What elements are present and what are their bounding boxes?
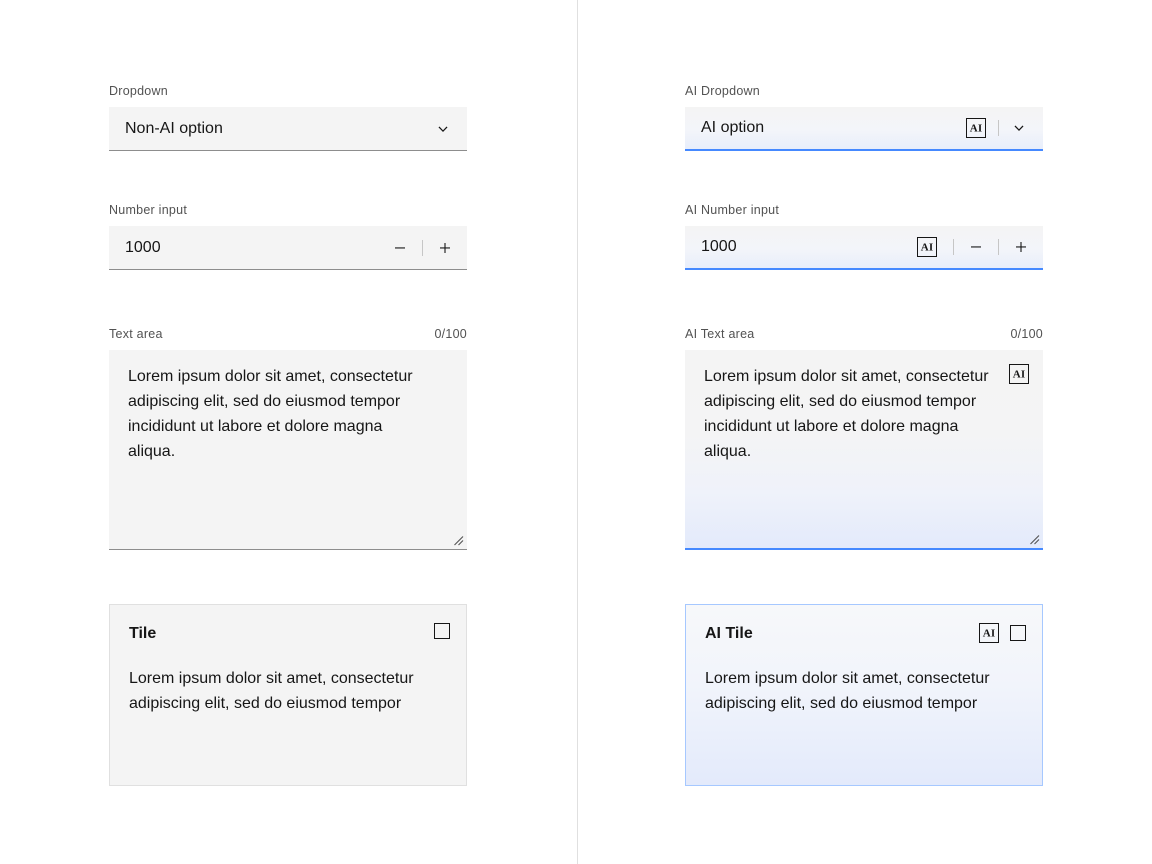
ai-slug-icon[interactable]: AI — [966, 118, 986, 138]
tile-header: Tile — [129, 623, 450, 645]
minus-icon — [968, 239, 984, 255]
tile-wrapper: Tile Lorem ipsum dolor sit amet, consect… — [109, 604, 467, 786]
text-area-label: Text area — [109, 326, 163, 342]
tile[interactable]: Tile Lorem ipsum dolor sit amet, consect… — [109, 604, 467, 786]
ai-dropdown-field: AI Dropdown AI option AI — [685, 83, 1043, 151]
text-area[interactable]: Lorem ipsum dolor sit amet, consectetur … — [109, 350, 467, 550]
text-area-field: Text area 0/100 Lorem ipsum dolor sit am… — [109, 326, 467, 550]
ai-number-decrement-button[interactable] — [954, 225, 998, 269]
component-showcase-page: Dropdown Non-AI option Number input 1000 — [0, 0, 1152, 864]
chevron-down-icon — [1011, 120, 1027, 136]
ai-dropdown-divider — [998, 120, 999, 136]
number-input[interactable]: 1000 — [109, 226, 467, 270]
ai-dropdown[interactable]: AI option AI — [685, 107, 1043, 151]
tile-body: Lorem ipsum dolor sit amet, consectetur … — [129, 666, 417, 716]
ai-number-input[interactable]: 1000 AI — [685, 226, 1043, 270]
ai-number-input-field: AI Number input 1000 AI — [685, 202, 1043, 270]
ai-slug-icon[interactable]: AI — [917, 237, 937, 257]
column-divider — [577, 0, 578, 864]
resize-handle-icon[interactable] — [1028, 533, 1040, 545]
text-area-label-row: Text area 0/100 — [109, 326, 467, 342]
ai-tile[interactable]: AI Tile AI Lorem ipsum dolor sit amet, c… — [685, 604, 1043, 786]
ai-text-area-value[interactable]: Lorem ipsum dolor sit amet, consectetur … — [704, 364, 992, 464]
ai-slug-label: AI — [1013, 369, 1025, 380]
chevron-down-icon — [435, 121, 451, 137]
dropdown-label-row: Dropdown — [109, 83, 467, 99]
dropdown-label: Dropdown — [109, 83, 168, 99]
ai-slug-label: AI — [983, 628, 995, 639]
dropdown-field: Dropdown Non-AI option — [109, 83, 467, 151]
resize-handle-icon[interactable] — [452, 534, 464, 546]
ai-tile-title: AI Tile — [705, 623, 753, 645]
ai-number-input-label: AI Number input — [685, 202, 779, 218]
number-input-label: Number input — [109, 202, 187, 218]
checkbox-unchecked-icon[interactable] — [434, 623, 450, 639]
number-decrement-button[interactable] — [378, 226, 422, 270]
ai-text-area[interactable]: AI Lorem ipsum dolor sit amet, consectet… — [685, 350, 1043, 550]
checkbox-unchecked-icon[interactable] — [1010, 625, 1026, 641]
ai-dropdown-value: AI option — [701, 120, 966, 136]
tile-title: Tile — [129, 623, 156, 645]
text-area-character-counter: 0/100 — [434, 326, 467, 342]
ai-tile-actions: AI — [979, 623, 1026, 643]
dropdown-value: Non-AI option — [125, 121, 435, 137]
text-area-value[interactable]: Lorem ipsum dolor sit amet, consectetur … — [128, 364, 416, 464]
dropdown[interactable]: Non-AI option — [109, 107, 467, 151]
ai-slug-label: AI — [970, 123, 982, 134]
ai-slug-icon[interactable]: AI — [1009, 364, 1029, 384]
plus-icon — [1013, 239, 1029, 255]
ai-tile-header: AI Tile AI — [705, 623, 1026, 645]
ai-dropdown-label: AI Dropdown — [685, 83, 760, 99]
ai-slug-icon[interactable]: AI — [979, 623, 999, 643]
ai-text-area-character-counter: 0/100 — [1010, 326, 1043, 342]
ai-tile-body: Lorem ipsum dolor sit amet, consectetur … — [705, 666, 993, 716]
plus-icon — [437, 240, 453, 256]
ai-slug-label: AI — [921, 242, 933, 253]
tile-actions — [434, 623, 450, 639]
number-input-value[interactable]: 1000 — [125, 240, 378, 256]
number-input-label-row: Number input — [109, 202, 467, 218]
ai-number-input-label-row: AI Number input — [685, 202, 1043, 218]
number-input-field: Number input 1000 — [109, 202, 467, 270]
ai-number-increment-button[interactable] — [999, 225, 1043, 269]
ai-text-area-label-row: AI Text area 0/100 — [685, 326, 1043, 342]
ai-text-area-field: AI Text area 0/100 AI Lorem ipsum dolor … — [685, 326, 1043, 550]
ai-tile-wrapper: AI Tile AI Lorem ipsum dolor sit amet, c… — [685, 604, 1043, 786]
ai-text-area-label: AI Text area — [685, 326, 754, 342]
minus-icon — [392, 240, 408, 256]
ai-number-input-value[interactable]: 1000 — [701, 239, 917, 255]
ai-dropdown-label-row: AI Dropdown — [685, 83, 1043, 99]
number-increment-button[interactable] — [423, 226, 467, 270]
